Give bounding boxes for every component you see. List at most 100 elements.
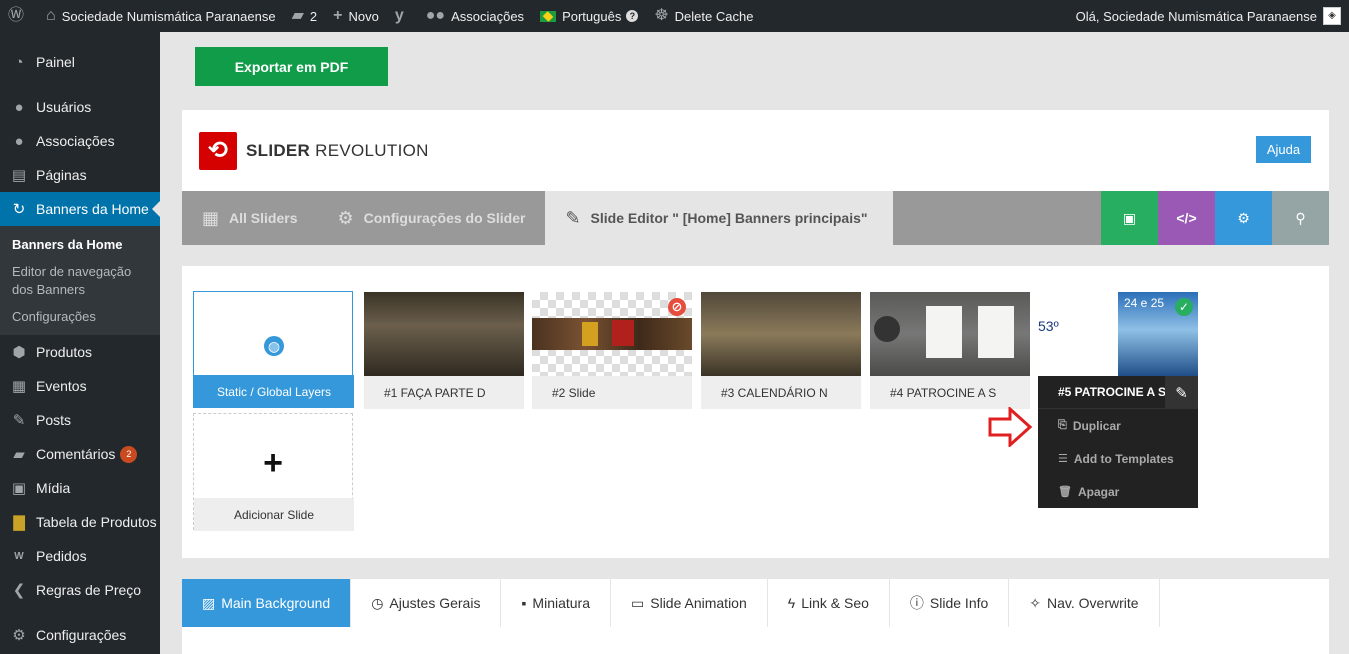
site-name-link[interactable]: ⌂ Sociedade Numismática Paranaense bbox=[38, 0, 284, 32]
slide-settings-tabs: ▨ Main Background ◷ Ajustes Gerais ▪ Miniat… bbox=[182, 579, 1329, 627]
new-link[interactable]: + Novo bbox=[325, 0, 387, 32]
save-icon: ▣ bbox=[1122, 209, 1137, 226]
sidebar-item-label: Associações bbox=[36, 133, 115, 149]
pin-icon: ✎ bbox=[12, 412, 26, 429]
add-slide-card[interactable]: + Adicionar Slide bbox=[193, 413, 354, 531]
tab-slide-animation[interactable]: ▭ Slide Animation bbox=[611, 579, 768, 627]
tab-main-background[interactable]: ▨ Main Background bbox=[182, 579, 352, 627]
products-icon: ⬢ bbox=[12, 344, 26, 361]
submenu-nav-editor[interactable]: Editor de navegação dos Banners bbox=[0, 257, 150, 302]
sidebar-item-paginas[interactable]: ▤ Páginas bbox=[0, 158, 160, 192]
red-arrow-annotation bbox=[988, 407, 1032, 447]
sidebar-item-label: Páginas bbox=[36, 167, 87, 183]
chevron-left-icon: ❮ bbox=[12, 582, 26, 599]
yoast-link[interactable]: y bbox=[387, 0, 418, 32]
duplicate-item[interactable]: ⎘ Duplicar bbox=[1038, 409, 1198, 442]
sidebar-item-comentarios[interactable]: ▰ Comentários 2 bbox=[0, 437, 160, 471]
submenu-banners-home[interactable]: Banners da Home bbox=[0, 233, 160, 257]
export-pdf-button[interactable]: Exportar em PDF bbox=[195, 47, 388, 86]
wordpress-icon: Ⓦ bbox=[8, 7, 25, 24]
home-icon: ⌂ bbox=[46, 7, 56, 24]
slides-list: ◍ Static / Global Layers #1 FAÇA PARTE D… bbox=[182, 266, 1329, 558]
tab-thumbnail[interactable]: ▪ Miniatura bbox=[501, 579, 612, 627]
static-layers-card[interactable]: ◍ Static / Global Layers bbox=[193, 291, 354, 408]
slide-thumbnail-5[interactable]: 53º 24 e 25 ✓ bbox=[1038, 292, 1198, 376]
sidebar-submenu: Banners da Home Editor de navegação dos … bbox=[0, 226, 160, 335]
sidebar-item-regras[interactable]: ❮ Regras de Preço bbox=[0, 573, 160, 607]
history-icon: ◷ bbox=[371, 594, 384, 611]
add-to-templates-item[interactable]: ☰ Add to Templates bbox=[1038, 442, 1198, 475]
sidebar-item-posts[interactable]: ✎ Posts bbox=[0, 403, 160, 437]
slide-context-menu: #5 PATROCINE A S ✎ ⎘ Duplicar ☰ Add to Tem… bbox=[1038, 376, 1198, 508]
sidebar-item-associacoes[interactable]: ● Associações bbox=[0, 124, 160, 158]
delete-item[interactable]: 🗑 Apagar bbox=[1038, 475, 1198, 508]
slide-label: #4 PATROCINE A S bbox=[890, 386, 997, 400]
tab-general-settings[interactable]: ◷ Ajustes Gerais bbox=[351, 579, 502, 627]
comments-icon: ▰ bbox=[13, 446, 25, 463]
slide-card-3[interactable]: #3 CALENDÁRIO N bbox=[701, 292, 861, 409]
my-account[interactable]: Olá, Sociedade Numismática Paranaense ◈ bbox=[1068, 0, 1349, 32]
admin-sidebar: ◔ Painel ● Usuários ● Associações ▤ Páginas … bbox=[0, 32, 160, 654]
slide-card-2[interactable]: ⊘ #2 Slide bbox=[532, 292, 692, 409]
associations-link[interactable]: ●● Associações bbox=[418, 0, 532, 32]
sidebar-item-label: Produtos bbox=[36, 344, 93, 360]
tab-slide-editor[interactable]: ✎ Slide Editor " [Home] Banners principai… bbox=[545, 191, 894, 245]
slide-card-4[interactable]: #4 PATROCINE A S bbox=[870, 292, 1030, 409]
settings-button[interactable]: ⚙ bbox=[1215, 191, 1272, 245]
woo-icon: W bbox=[14, 550, 24, 562]
edit-pencil-icon[interactable]: ✎ bbox=[1165, 376, 1198, 409]
slide-card-1[interactable]: #1 FAÇA PARTE D bbox=[364, 292, 524, 409]
sidebar-item-configuracoes[interactable]: ⚙ Configurações bbox=[0, 618, 160, 652]
help-button[interactable]: Ajuda bbox=[1256, 136, 1311, 163]
gear-icon: ⚙ bbox=[1237, 209, 1250, 226]
admin-bar: Ⓦ ⌂ Sociedade Numismática Paranaense ▰ 2 +… bbox=[0, 0, 1349, 32]
yoast-icon: y bbox=[394, 7, 404, 24]
comments-link[interactable]: ▰ 2 bbox=[284, 0, 326, 32]
language-switcher[interactable]: Português? bbox=[532, 0, 646, 32]
wordpress-logo[interactable]: Ⓦ bbox=[0, 0, 38, 32]
sidebar-item-label: Usuários bbox=[36, 99, 92, 115]
tab-all-sliders[interactable]: ▦ All Sliders bbox=[182, 191, 318, 245]
submenu-settings[interactable]: Configurações bbox=[0, 302, 160, 329]
slide-label: Static / Global Layers bbox=[194, 375, 354, 408]
sidebar-item-produtos[interactable]: ⬢ Produtos bbox=[0, 335, 160, 369]
slider-header: ⟲ SLIDER REVOLUTION Ajuda bbox=[182, 110, 1329, 191]
trash-icon: 🗑 bbox=[1058, 486, 1072, 498]
list-icon: ☰ bbox=[1058, 453, 1068, 465]
new-label: Novo bbox=[348, 8, 379, 24]
code-button[interactable]: </> bbox=[1158, 191, 1215, 245]
pencil-icon: ✎ bbox=[565, 207, 581, 228]
tab-link-seo[interactable]: ϟ Link & Seo bbox=[768, 579, 890, 627]
magic-wand-icon: ✧ bbox=[1029, 594, 1042, 611]
gear-icon: ⚙ bbox=[337, 207, 354, 228]
sidebar-item-pedidos[interactable]: W Pedidos bbox=[0, 539, 160, 573]
save-button[interactable]: ▣ bbox=[1101, 191, 1158, 245]
sidebar-item-label: Posts bbox=[36, 412, 72, 428]
tab-nav-overwrite[interactable]: ✧ Nav. Overwrite bbox=[1009, 579, 1160, 627]
calendar-icon: ▦ bbox=[11, 378, 27, 395]
sidebar-item-label: Regras de Preço bbox=[36, 582, 142, 598]
sidebar-item-usuarios[interactable]: ● Usuários bbox=[0, 90, 160, 124]
sidebar-item-banners[interactable]: ↻ Banners da Home bbox=[0, 192, 160, 226]
cache-icon: ☸ bbox=[654, 7, 669, 24]
plus-icon: + bbox=[333, 7, 343, 24]
site-name: Sociedade Numismática Paranaense bbox=[61, 8, 276, 24]
slide-label: #3 CALENDÁRIO N bbox=[721, 386, 828, 400]
slide-thumbnail bbox=[364, 292, 524, 376]
users-icon: ● bbox=[14, 98, 24, 116]
delete-cache-link[interactable]: ☸ Delete Cache bbox=[646, 0, 761, 32]
tab-slider-settings[interactable]: ⚙ Configurações do Slider bbox=[317, 191, 546, 245]
tab-slide-info[interactable]: ⓘ Slide Info bbox=[890, 579, 1010, 627]
search-button[interactable]: ⚲ bbox=[1272, 191, 1329, 245]
disabled-icon[interactable]: ⊘ bbox=[668, 298, 686, 316]
sidebar-item-midia[interactable]: ▣ Mídia bbox=[0, 471, 160, 505]
sidebar-item-painel[interactable]: ◔ Painel bbox=[0, 45, 160, 79]
slider-revolution-logo-icon: ⟲ bbox=[199, 132, 237, 170]
delete-cache-label: Delete Cache bbox=[674, 8, 754, 24]
sidebar-item-label: Comentários bbox=[36, 446, 116, 462]
sidebar-item-tabela[interactable]: ▇ Tabela de Produtos bbox=[0, 505, 160, 539]
sidebar-item-label: Banners da Home bbox=[36, 201, 149, 217]
active-check-icon: ✓ bbox=[1175, 298, 1193, 316]
sidebar-item-eventos[interactable]: ▦ Eventos bbox=[0, 369, 160, 403]
groups-icon: ● bbox=[14, 132, 24, 150]
